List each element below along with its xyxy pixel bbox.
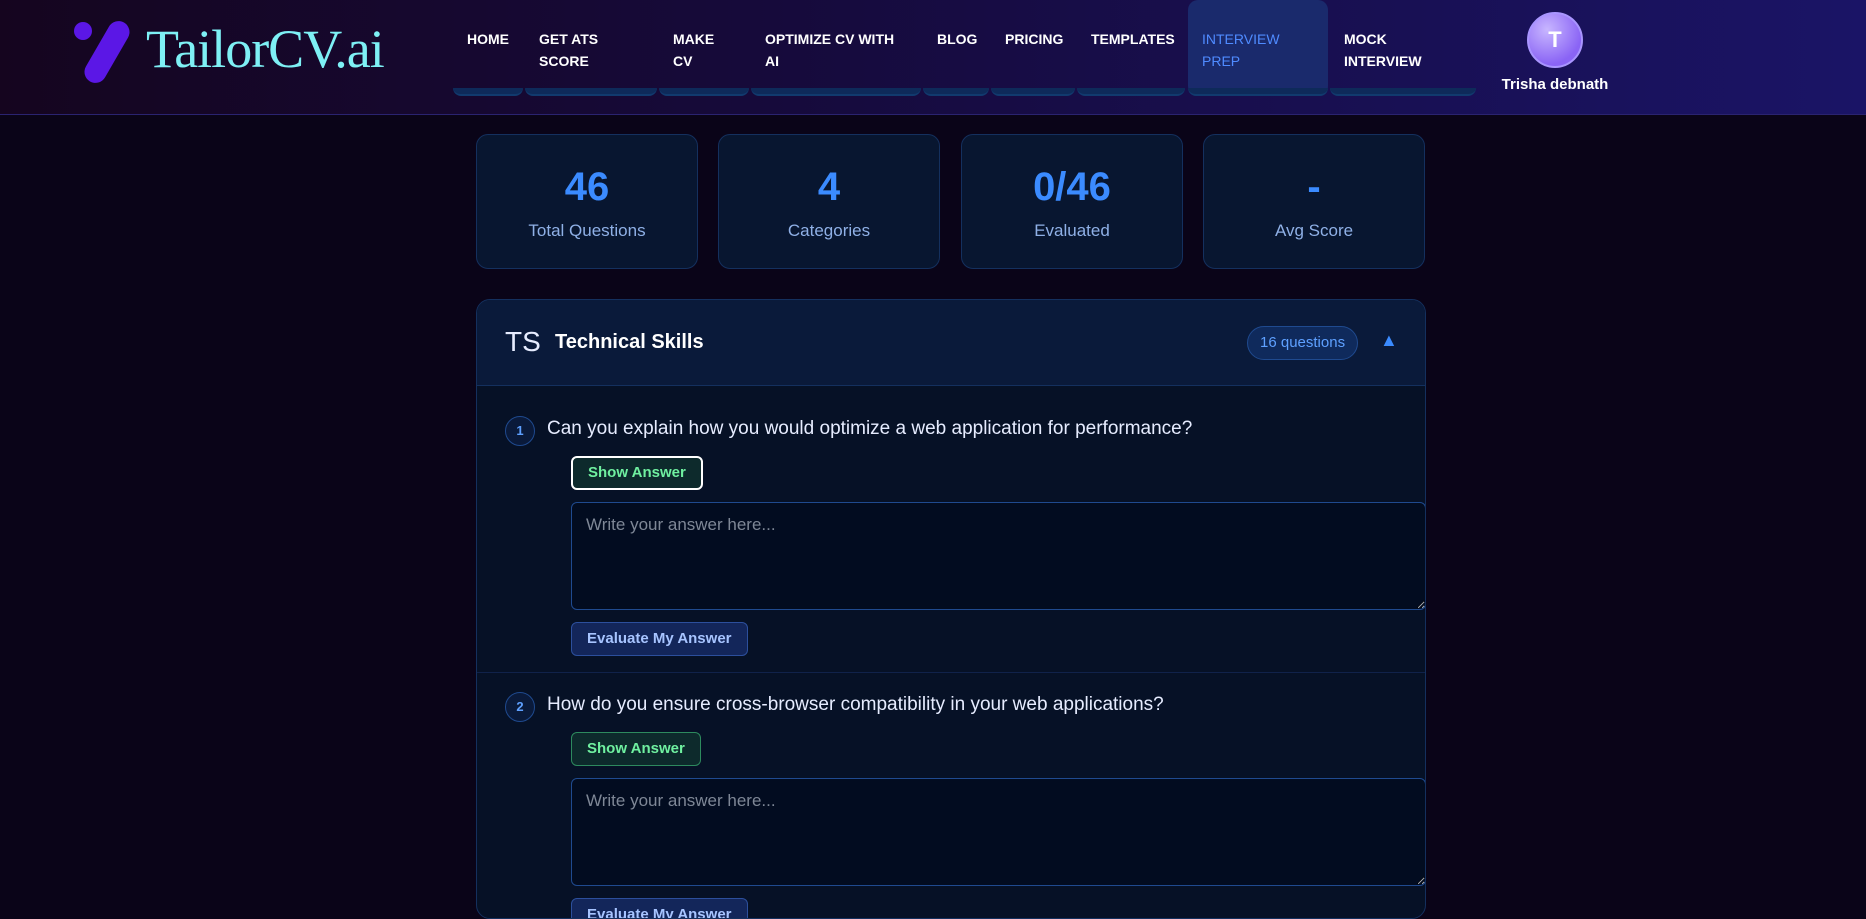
stat-label: Avg Score xyxy=(1274,221,1354,240)
logo-text: TailorCV.ai xyxy=(146,19,385,79)
nav-item-interview-prep[interactable]: INTERVIEW PREP xyxy=(1188,0,1328,96)
question-number: 1 xyxy=(505,416,535,446)
nav-item-make-cv[interactable]: MAKE CV xyxy=(659,0,749,96)
stat-card-avg-score: - Avg Score xyxy=(1203,134,1425,269)
avatar[interactable]: T xyxy=(1527,12,1583,68)
stat-value: 4 xyxy=(817,165,841,209)
nav-item-home[interactable]: HOME xyxy=(453,0,523,96)
stat-value: 46 xyxy=(564,165,610,209)
question-count-badge: 16 questions xyxy=(1247,326,1359,360)
stat-value: - xyxy=(1307,165,1321,209)
answer-input[interactable] xyxy=(571,778,1425,886)
question-number: 2 xyxy=(505,692,535,722)
question-text: Can you explain how you would optimize a… xyxy=(547,418,1193,439)
show-answer-button[interactable]: Show Answer xyxy=(571,732,701,766)
stat-card-categories: 4 Categories xyxy=(718,134,940,269)
logo[interactable]: TailorCV.ai xyxy=(70,14,385,87)
category-panel-technical-skills: TS Technical Skills 16 questions ▲ 1 Can… xyxy=(476,299,1426,919)
nav-item-templates[interactable]: TEMPLATES xyxy=(1077,0,1185,96)
category-title: Technical Skills xyxy=(555,331,704,353)
question-item: 2 How do you ensure cross-browser compat… xyxy=(505,692,1425,918)
stat-card-evaluated: 0/46 Evaluated xyxy=(961,134,1183,269)
evaluate-answer-button[interactable]: Evaluate My Answer xyxy=(571,898,748,918)
nav-item-pricing[interactable]: PRICING xyxy=(991,0,1075,96)
question-item: 1 Can you explain how you would optimize… xyxy=(505,416,1425,676)
logo-mark-icon xyxy=(70,14,140,87)
divider xyxy=(477,672,1425,673)
stat-card-total-questions: 46 Total Questions xyxy=(476,134,698,269)
question-text: How do you ensure cross-browser compatib… xyxy=(547,694,1164,715)
stat-label: Evaluated xyxy=(1034,221,1110,240)
stat-label: Categories xyxy=(787,221,871,240)
category-header[interactable]: TS Technical Skills 16 questions ▲ xyxy=(477,300,1425,386)
collapse-up-icon[interactable]: ▲ xyxy=(1380,330,1398,351)
show-answer-button[interactable]: Show Answer xyxy=(571,456,703,490)
user-name: Trisha debnath xyxy=(1501,76,1609,93)
nav-item-get-ats-score[interactable]: GET ATS SCORE xyxy=(525,0,657,96)
navbar: TailorCV.ai HOME GET ATS SCORE MAKE CV O… xyxy=(0,0,1866,115)
category-abbr: TS xyxy=(505,326,541,357)
evaluate-answer-button[interactable]: Evaluate My Answer xyxy=(571,622,748,656)
stat-value: 0/46 xyxy=(1033,165,1111,209)
nav-item-mock-interview[interactable]: MOCK INTERVIEW xyxy=(1330,0,1476,96)
stat-label: Total Questions xyxy=(528,221,646,240)
nav-item-optimize-cv[interactable]: OPTIMIZE CV WITH AI xyxy=(751,0,921,96)
logo-dot xyxy=(74,22,92,40)
answer-input[interactable] xyxy=(571,502,1425,610)
nav-item-blog[interactable]: BLOG xyxy=(923,0,989,96)
user-menu[interactable]: T Trisha debnath xyxy=(1500,12,1610,93)
